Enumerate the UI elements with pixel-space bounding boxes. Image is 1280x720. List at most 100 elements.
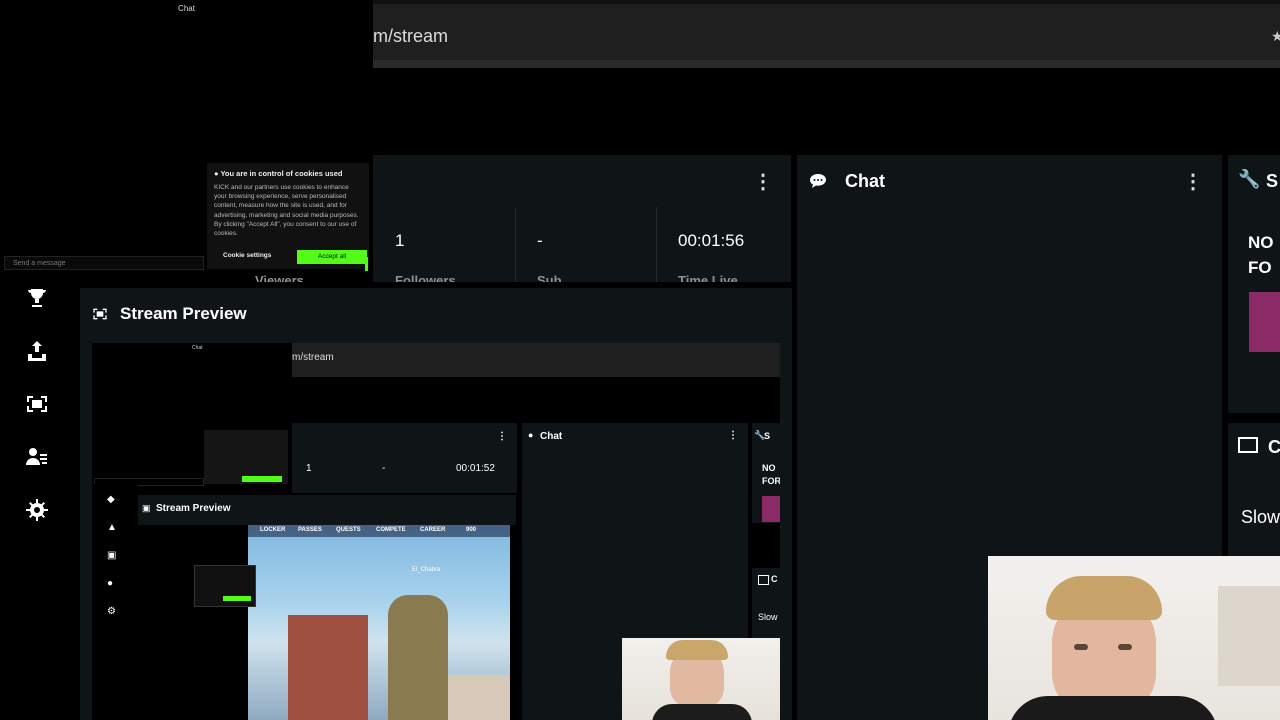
right-panel: 🔧 S NO FO <box>1228 155 1280 413</box>
left-navigation <box>0 282 75 720</box>
game-menu-item: PASSES <box>298 527 322 533</box>
stream-preview-video[interactable]: m/stream Chat 1 - 00:01:52 ⋮ ● Chat ⋮ 🔧 … <box>92 343 780 720</box>
accept-all-button[interactable]: Accept all <box>297 250 367 264</box>
send-message-input[interactable]: Send a message <box>4 256 204 270</box>
nested-right-section2: C <box>771 574 778 584</box>
upload-icon[interactable] <box>25 339 49 363</box>
stream-preview-panel: Stream Preview m/stream Chat 1 - 00:01:5… <box>80 288 792 720</box>
browser-address-bar: m/stream ★ <box>373 0 1280 68</box>
streamer-shirt <box>1008 696 1218 720</box>
time-live-value: 00:01:56 <box>678 231 745 250</box>
streamer-eye <box>1074 644 1088 650</box>
chat-panel-title: Chat <box>845 171 885 191</box>
nested-stream-preview-title: Stream Preview <box>156 503 231 514</box>
nested-stats-panel: 1 - 00:01:52 ⋮ <box>292 423 517 493</box>
nested-slow-label: Slow <box>758 612 778 622</box>
chat-menu-icon[interactable]: ⋮ <box>1183 169 1203 194</box>
stats-panel: ⋮ 1 - 00:01:56 Viewers Followers Sub Tim… <box>255 155 791 282</box>
cookie-heading-text: You are in control of cookies used <box>220 169 343 178</box>
sub-value: - <box>537 231 543 250</box>
chat-popout-title: Chat <box>178 4 195 13</box>
slow-mode-label: Slow <box>1241 507 1280 527</box>
game-scene: LOCKER PASSES QUESTS COMPETE CAREER 900 … <box>248 525 510 720</box>
mode-icon <box>1238 437 1258 453</box>
time-live-label: Time Live <box>678 273 738 282</box>
nested-left-nav: ◆ ▲ ▣ ● ⚙ <box>92 484 138 720</box>
cookie-icon: ● <box>214 169 219 178</box>
game-structure <box>288 615 368 720</box>
nested-sub-value: - <box>382 463 386 474</box>
streamer-thumbnail[interactable] <box>1249 292 1280 352</box>
chat-bubble-icon <box>810 174 826 188</box>
nested-chat-panel-title: Chat <box>540 431 563 442</box>
nested-trophy-icon: ◆ <box>107 494 115 505</box>
nested-cookie-banner <box>204 430 288 484</box>
nested-time-live-value: 00:01:52 <box>456 463 495 474</box>
game-menu-item: COMPETE <box>376 527 406 533</box>
wrench-icon: 🔧 <box>1238 169 1261 189</box>
cookie-banner: ● You are in control of cookies used KIC… <box>207 163 369 271</box>
nested-hair <box>666 640 728 660</box>
nested-right-panel: 🔧 S NO FOR <box>752 423 780 523</box>
nested-cookie-mini <box>194 565 256 607</box>
right-panel-line1: NO <box>1248 233 1274 252</box>
right-panel-title: S <box>1266 171 1279 191</box>
right-panel-line2: FO <box>1248 258 1272 277</box>
game-character <box>388 595 448 720</box>
divider <box>515 207 516 282</box>
accent-bar <box>365 257 368 271</box>
game-menu-item: LOCKER <box>260 527 286 533</box>
nested-accept-mini <box>223 596 251 601</box>
viewers-label: Viewers <box>255 273 304 282</box>
followers-label: Followers <box>395 273 456 282</box>
nested-right-title: S <box>764 431 771 441</box>
nested-right-line2: FOR <box>762 476 780 486</box>
wall-poster <box>1218 586 1280 686</box>
nested-mode-icon <box>758 575 769 585</box>
nested-chat-bubble-icon: ● <box>528 430 534 440</box>
preview-icon <box>93 308 107 320</box>
cookie-settings-button[interactable]: Cookie settings <box>223 252 271 259</box>
preview-icon[interactable] <box>25 392 49 416</box>
game-menu-item: QUESTS <box>336 527 361 533</box>
nested-preview-icon: ▣ <box>107 550 117 561</box>
nested-browser-bar: m/stream <box>292 343 780 377</box>
nested-url: m/stream <box>292 352 334 363</box>
star-icon[interactable]: ★ <box>1271 28 1280 45</box>
streamer-eye <box>1118 644 1132 650</box>
nested-followers-value: 1 <box>306 463 312 474</box>
nested-shirt <box>652 704 752 720</box>
nested-stats-menu-icon: ⋮ <box>497 431 507 442</box>
nested-preview-video: LOCKER PASSES QUESTS COMPETE CAREER 900 … <box>138 525 516 720</box>
streamer-hair <box>1046 576 1162 620</box>
game-menu-item: CAREER <box>420 527 446 533</box>
chat-popout-window: Chat Send a message ● You are in control… <box>0 0 373 282</box>
nested-users-icon: ● <box>107 578 114 589</box>
nested-stream-preview: ▣ Stream Preview LOCKER PASSES QUESTS CO… <box>138 495 516 720</box>
right-panel-section2-title: C <box>1268 437 1280 457</box>
stats-menu-icon[interactable]: ⋮ <box>753 169 773 194</box>
nested-webcam-overlay <box>622 638 780 720</box>
stream-preview-title: Stream Preview <box>120 304 247 323</box>
bookmark-bar <box>373 60 1280 68</box>
nested-upload-icon: ▲ <box>107 522 117 533</box>
nested-chat-title: Chat <box>192 345 203 351</box>
nested-settings-icon: ⚙ <box>107 606 116 617</box>
game-menu-bar: LOCKER PASSES QUESTS COMPETE CAREER 900 <box>248 525 510 537</box>
nested-right-line1: NO <box>762 463 776 473</box>
settings-icon[interactable] <box>25 498 49 522</box>
player-name: El_Chabra <box>412 567 441 573</box>
nested-accept-button <box>242 476 282 482</box>
cookie-body: KICK and our partners use cookies to enh… <box>214 184 359 238</box>
webcam-overlay <box>988 556 1280 720</box>
url-field[interactable]: m/stream <box>373 26 448 47</box>
cookie-heading: ● You are in control of cookies used <box>214 169 362 178</box>
nested-right-panel-lower: C Slow <box>752 568 780 638</box>
users-icon[interactable] <box>25 445 49 469</box>
cookie-buttons: Cookie settings Accept all <box>217 250 367 264</box>
divider <box>656 207 657 282</box>
sub-label: Sub <box>537 273 562 282</box>
nested-streamer-thumbnail <box>762 496 780 522</box>
trophy-icon[interactable] <box>25 286 49 310</box>
nested-chat-menu-icon: ⋮ <box>728 430 738 441</box>
